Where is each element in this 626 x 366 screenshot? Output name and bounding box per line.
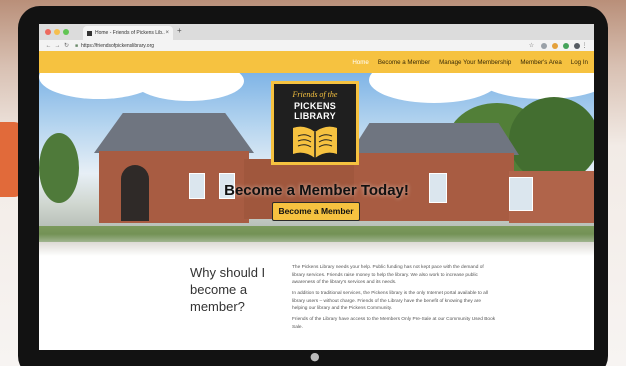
tab-title: Home - Friends of Pickens Lib... [95,30,166,36]
apple-logo-icon: ● [310,350,320,363]
nav-become-member[interactable]: Become a Member [378,59,430,66]
browser-tab[interactable]: Home - Friends of Pickens Lib... × [83,26,173,40]
reload-icon[interactable]: ↻ [62,42,71,49]
paragraph: In addition to traditional services, the… [292,290,488,312]
address-bar: ← → ↻ ■ https://friendsofpickenslibrary.… [39,40,594,51]
hero-section: Friends of the PICKENS LIBRARY Become a … [39,73,594,256]
menu-dots-icon[interactable]: ⋮ [580,42,589,49]
cloud-graphic [134,73,244,101]
new-tab-button[interactable]: + [177,26,182,35]
paragraph: The Pickens Library needs your help. Pub… [292,265,484,286]
open-book-icon [293,126,337,158]
maximize-window-button[interactable] [63,29,69,35]
favicon-icon [87,30,92,36]
cloud-graphic [479,73,594,99]
close-window-button[interactable] [45,29,51,35]
why-member-section: Why should I become a member? The Picken… [39,256,594,350]
tab-close-icon[interactable]: × [165,30,169,36]
nav-manage-membership[interactable]: Manage Your Membership [439,59,511,66]
extension-icon[interactable] [563,42,569,49]
nav-log-in[interactable]: Log In [571,59,588,66]
section-body: The Pickens Library needs your help. Pub… [292,264,496,334]
logo-line1: Friends of the [292,90,338,99]
back-arrow-icon[interactable]: ← [44,43,53,49]
minimize-window-button[interactable] [54,29,60,35]
section-heading: Why should I become a member? [190,265,266,314]
become-member-button[interactable]: Become a Member [272,202,360,221]
hero-fade [39,234,594,256]
extension-icon[interactable] [552,42,558,49]
extension-icon[interactable] [541,42,547,49]
roof-graphic [94,113,254,153]
hero-headline: Become a Member Today! [224,182,409,199]
nav-home[interactable]: Home [352,59,369,66]
browser-window: Home - Friends of Pickens Lib... × + ← →… [39,24,594,350]
tab-bar: Home - Friends of Pickens Lib... × + [39,24,594,40]
nav-members-area[interactable]: Member's Area [520,59,561,66]
url-field[interactable]: https://friendsofpickenslibrary.org [81,43,527,49]
bookmark-star-icon[interactable]: ☆ [527,42,536,49]
site-header: Home Become a Member Manage Your Members… [39,51,594,73]
logo-line2: PICKENS LIBRARY [293,101,337,121]
lock-icon: ■ [75,42,79,49]
laptop-frame: Home - Friends of Pickens Lib... × + ← →… [18,6,608,366]
site-logo[interactable]: Friends of the PICKENS LIBRARY [271,81,359,165]
roof-graphic [349,123,519,155]
paragraph: Friends of the Library have access to th… [292,316,496,330]
forward-arrow-icon[interactable]: → [53,43,62,49]
